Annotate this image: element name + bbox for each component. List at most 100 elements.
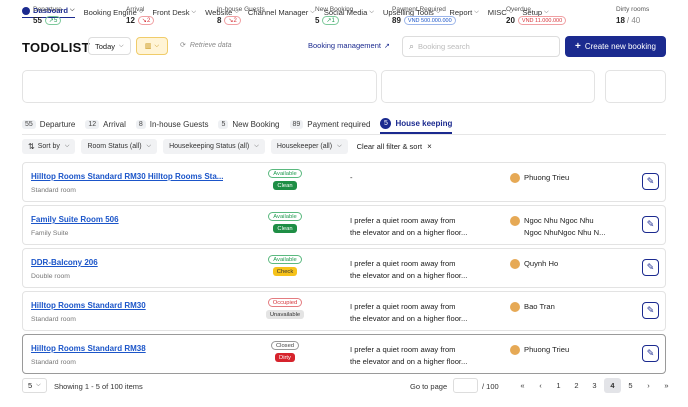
edit-button[interactable]: ✎ [642,259,659,276]
page-4[interactable]: 4 [604,378,621,393]
room-name-link[interactable]: Hilltop Rooms Standard RM30 [31,301,146,310]
date-filter-dropdown[interactable]: Today ⌵ [88,37,131,55]
note-line: I prefer a quiet room away from [350,259,456,268]
tab-inhouse-guests[interactable]: 8 In-house Guests [135,114,209,134]
booking-search-box[interactable]: ⌕ [402,36,560,57]
avatar [510,302,520,312]
avatar [510,173,520,183]
room-status-badge: Available [268,212,302,221]
page-2[interactable]: 2 [568,378,585,393]
edit-icon: ✎ [646,262,655,272]
booking-search-input[interactable] [418,42,549,51]
note-line: I prefer a quiet room away from [350,302,456,311]
first-page-icon[interactable]: « [514,378,531,393]
room-name-link[interactable]: Hilltop Rooms Standard RM38 [31,344,146,353]
stat-new-booking[interactable]: New Booking 5 ↗ 1 [315,6,353,25]
page-1[interactable]: 1 [550,378,567,393]
stat-label: Arrival [126,6,145,13]
prev-page-icon[interactable]: ‹ [532,378,549,393]
tab-count: 12 [85,119,100,129]
room-row: DDR-Balcony 206 Double room Available Che… [22,248,666,288]
stats-guest-panel [22,70,377,103]
booking-management-label: Booking management [308,41,381,50]
book-icon: ▥ [144,43,152,50]
tab-payment-required[interactable]: 89 Payment required [289,114,371,134]
clear-filters-label: Clear all filter & sort [356,142,423,151]
stat-payment-required[interactable]: Payment Required 89 VND 500.000.000 [392,6,456,25]
edit-icon: ✎ [646,219,655,229]
stat-departure[interactable]: Departure 55 ↗ 5 [33,6,62,25]
page-size-dropdown[interactable]: 5 ⌵ [22,378,47,393]
tab-label: In-house Guests [149,119,209,129]
tab-label: New Booking [232,119,280,129]
tab-house-keeping[interactable]: 5 House keeping [380,114,453,134]
note-line: - [350,173,353,182]
tab-arrival[interactable]: 12 Arrival [85,114,126,134]
chevron-down-icon: ⌵ [70,7,75,13]
room-list: Hilltop Rooms Standard RM30 Hilltop Room… [22,162,666,377]
stat-arrival[interactable]: Arrival 12 ↘ 2 [126,6,155,25]
stat-total: / 40 [626,16,641,25]
goto-page-input[interactable] [453,378,478,393]
page-title: TODOLIST [22,40,90,55]
booking-management-link[interactable]: Booking management ↗ [308,41,390,50]
tab-divider [22,134,666,135]
room-type: Standard room [31,359,76,366]
tab-label: Arrival [103,119,126,129]
trend-up-badge: ↗ 1 [322,16,339,25]
stat-dirty-rooms[interactable]: Dirty rooms 18/ 40 [616,6,649,25]
filter-label: Housekeeper (all) [276,143,333,150]
room-type: Standard room [31,187,76,194]
total-pages: / 100 [482,382,499,391]
chevron-down-icon: ⌵ [369,8,374,15]
tab-label: Departure [39,119,76,129]
chevron-down-icon: ⌵ [119,42,124,49]
tab-departure[interactable]: 55 Departure [22,114,75,134]
tab-label: Payment required [307,119,371,129]
note-line: I prefer a quiet room away from [350,345,456,354]
calendar-view-button[interactable]: ▥ ⌵ [136,37,168,55]
housekeeper-name: Quynh Ho [524,259,559,268]
room-name-link[interactable]: Family Suite Room 506 [31,215,119,224]
housekeeping-status-badge: Unavailable [265,310,305,319]
retrieve-data-button[interactable]: ⟳ Retrieve data [180,41,232,50]
trend-down-badge: ↘ 2 [137,16,155,25]
room-status-badge: Available [268,255,302,264]
pager: « ‹ 1 2 3 4 5 › » [514,378,676,393]
edit-button[interactable]: ✎ [642,345,659,362]
stat-overdue[interactable]: Overdue 20 VND 11.000.000 [506,6,567,25]
chevron-down-icon: ⌵ [474,8,479,15]
room-row: Hilltop Rooms Standard RM30 Standard roo… [22,291,666,331]
stat-inhouse[interactable]: In-house Guests 8 ↘ 2 [217,6,265,25]
edit-button[interactable]: ✎ [642,216,659,233]
stat-value: 5 [315,16,320,25]
room-name-link[interactable]: DDR-Balcony 206 [31,258,98,267]
housekeeper-filter[interactable]: Housekeeper (all) ⌵ [270,139,348,154]
stat-label: In-house Guests [217,6,265,13]
tab-count: 8 [135,119,146,129]
room-row: Family Suite Room 506 Family Suite Avail… [22,205,666,245]
housekeeping-status-filter[interactable]: Housekeeping Status (all) ⌵ [163,139,265,154]
nav-item-front-desk[interactable]: Front Desk ⌵ [152,8,196,17]
room-name-link[interactable]: Hilltop Rooms Standard RM30 Hilltop Room… [31,172,223,181]
filter-bar: ⇅ Sort by ⌵ Room Status (all) ⌵ Housekeepin… [22,139,441,154]
edit-button[interactable]: ✎ [642,302,659,319]
sort-by-dropdown[interactable]: ⇅ Sort by ⌵ [22,139,76,154]
tab-new-booking[interactable]: 5 New Booking [218,114,280,134]
goto-page-label: Go to page [410,382,448,391]
search-icon: ⌕ [409,41,415,51]
edit-button[interactable]: ✎ [642,173,659,190]
page-3[interactable]: 3 [586,378,603,393]
room-status-filter[interactable]: Room Status (all) ⌵ [81,139,158,154]
edit-icon: ✎ [646,348,655,358]
tab-count: 5 [380,117,392,129]
note-line: the elevator and on a higher floor... [350,228,468,237]
clear-filters-button[interactable]: Clear all filter & sort × [354,139,435,154]
last-page-icon[interactable]: » [658,378,675,393]
housekeeper-name: Bao Tran [524,302,555,311]
plus-icon: + [575,41,581,52]
create-booking-button[interactable]: + Create new booking [565,36,666,57]
page-5[interactable]: 5 [622,378,639,393]
next-page-icon[interactable]: › [640,378,657,393]
page-size-value: 5 [28,381,33,390]
